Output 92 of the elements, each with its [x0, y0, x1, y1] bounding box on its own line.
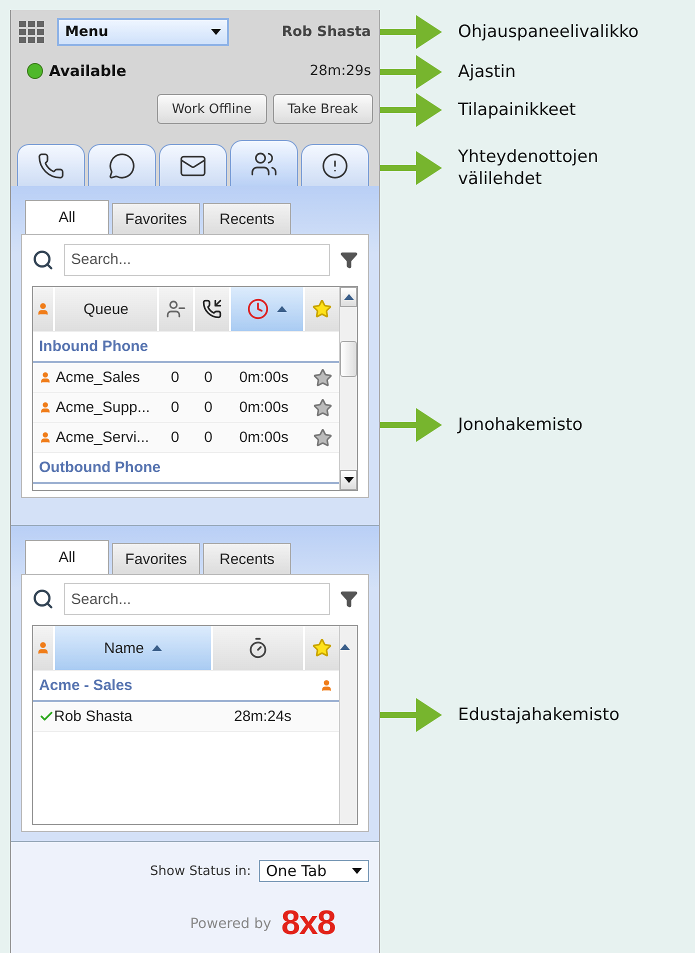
- filter-tab[interactable]: Recents: [203, 543, 291, 574]
- person-minus-icon: [166, 299, 186, 320]
- callout-label: Tilapainikkeet: [458, 98, 576, 122]
- status-button[interactable]: Work Offline: [156, 94, 267, 124]
- star-icon[interactable]: [313, 428, 333, 448]
- column-header[interactable]: [195, 287, 229, 332]
- arrow-icon: [380, 151, 442, 185]
- search-field[interactable]: Search...: [64, 244, 330, 276]
- filter-icon[interactable]: [340, 250, 358, 269]
- stopwatch-icon: [247, 637, 269, 660]
- grid-icon[interactable]: [19, 21, 45, 43]
- arrow-icon: [380, 408, 442, 442]
- star-icon: [312, 299, 332, 320]
- person-icon: [39, 431, 52, 444]
- caret-icon: [344, 477, 354, 483]
- scroll-thumb[interactable]: [340, 340, 357, 377]
- menu-dropdown[interactable]: Menu: [57, 18, 229, 46]
- show-status-label: Show Status in:: [150, 864, 251, 878]
- group-name: Outbound Phone: [39, 459, 161, 476]
- agent-name[interactable]: Rob Shasta: [54, 708, 234, 726]
- user-name: Rob Shasta: [282, 24, 371, 40]
- star-icon[interactable]: [313, 398, 333, 418]
- filter-icon[interactable]: [340, 590, 358, 608]
- powered-by-text: Powered by: [190, 916, 272, 932]
- person-icon: [320, 679, 333, 692]
- search-icon: [32, 588, 54, 610]
- column-header[interactable]: Queue: [55, 287, 157, 332]
- scroll-bar[interactable]: [339, 626, 357, 824]
- caret-icon: [152, 645, 162, 652]
- search-icon: [32, 248, 54, 271]
- filter-tab[interactable]: All: [25, 200, 109, 234]
- filter-tab[interactable]: Recents: [203, 203, 291, 234]
- queue-name[interactable]: Acme_Sales: [56, 369, 171, 386]
- column-header[interactable]: Name: [55, 626, 211, 670]
- group-name: Acme - Sales: [39, 677, 132, 694]
- scroll-bar[interactable]: [339, 287, 357, 490]
- filter-tab[interactable]: All: [25, 540, 109, 574]
- table-cell-text: 0m:00s: [239, 369, 290, 386]
- person-icon: [36, 641, 50, 656]
- person-icon: [36, 302, 50, 316]
- star-icon: [312, 638, 332, 658]
- channel-tab[interactable]: [17, 144, 85, 186]
- caret-icon: [211, 29, 221, 35]
- callout-label: Yhteydenottojen välilehdet: [458, 146, 600, 190]
- arrow-icon: [380, 55, 442, 89]
- filter-tab[interactable]: Favorites: [112, 203, 200, 234]
- callout-label: Jonohakemisto: [458, 414, 583, 436]
- table-cell-text: 0: [204, 429, 214, 446]
- alert-icon: [321, 152, 349, 180]
- column-header[interactable]: Queue: [83, 300, 129, 318]
- callout-label: Ohjauspaneelivalikko: [458, 20, 639, 44]
- filter-tab[interactable]: Favorites: [112, 543, 200, 574]
- table-cell-text: 0: [204, 369, 214, 386]
- table-cell-text: 0: [170, 369, 180, 386]
- channel-tab[interactable]: [230, 140, 298, 186]
- table-cell-text: 0: [204, 399, 214, 416]
- caret-icon: [277, 306, 287, 312]
- caret-icon: [352, 868, 362, 874]
- table-cell-text: 0: [170, 429, 180, 446]
- arrow-icon: [380, 15, 442, 49]
- table-cell-text: 0: [170, 399, 180, 416]
- status-label[interactable]: Available: [49, 62, 126, 80]
- phone-icon: [202, 299, 222, 320]
- arrow-icon: [380, 698, 442, 732]
- channel-tab[interactable]: [159, 144, 227, 186]
- table-cell-text: 0m:00s: [239, 399, 290, 416]
- search-field[interactable]: Search...: [64, 583, 330, 616]
- phone-icon: [37, 152, 65, 180]
- table-cell-text: 28m:24s: [234, 708, 293, 726]
- queue-name[interactable]: Acme_Supp...: [56, 399, 171, 416]
- column-header[interactable]: [213, 626, 303, 670]
- status-button[interactable]: Take Break: [272, 94, 373, 124]
- caret-icon: [344, 294, 354, 300]
- caret-icon: [340, 644, 350, 650]
- channel-tab[interactable]: [301, 144, 369, 186]
- column-header[interactable]: Name: [104, 640, 144, 657]
- table-cell-text: 0m:00s: [239, 429, 290, 446]
- group-name: Inbound Phone: [39, 338, 148, 356]
- logo: 8x8: [281, 904, 335, 943]
- queue-name[interactable]: Acme_Servi...: [56, 429, 171, 446]
- channel-tab[interactable]: [88, 144, 156, 186]
- callout-label: Edustajahakemisto: [458, 704, 620, 726]
- arrow-icon: [380, 93, 442, 127]
- chat-icon: [108, 152, 136, 180]
- clock-icon: [247, 298, 269, 320]
- star-icon[interactable]: [313, 368, 333, 388]
- person-icon: [39, 401, 52, 414]
- people-icon: [250, 150, 278, 178]
- show-status-dropdown[interactable]: One Tab: [259, 860, 369, 882]
- callout-label: Ajastin: [458, 60, 516, 84]
- status-timer: 28m:29s: [310, 63, 371, 79]
- person-icon: [39, 371, 52, 384]
